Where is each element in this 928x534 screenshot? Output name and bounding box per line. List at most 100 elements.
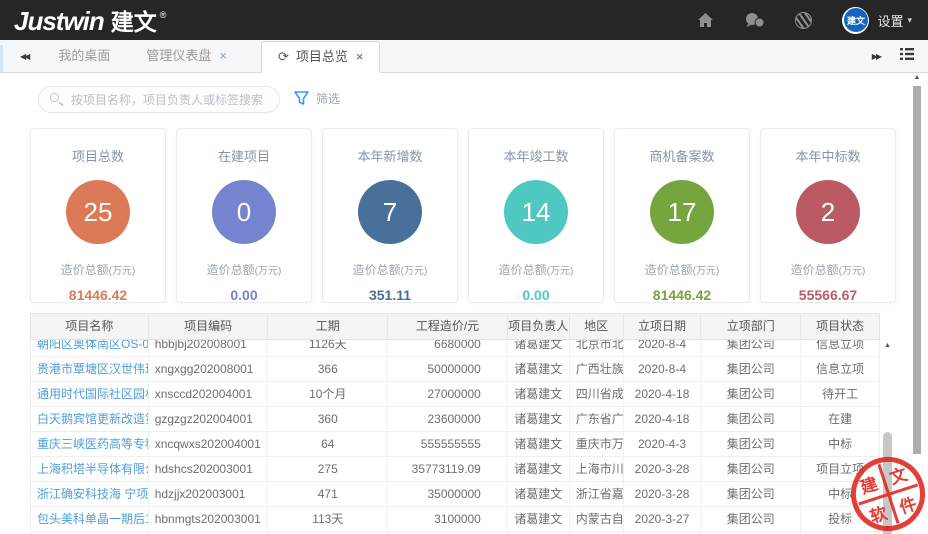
table-cell: 35773119.09	[388, 457, 508, 481]
project-name-link[interactable]: 朝阳区奥体南区OS-02地...	[31, 340, 149, 356]
table-cell: 集团公司	[701, 382, 801, 406]
column-header: 地区	[570, 314, 624, 339]
brand-name-cjk: 建文	[111, 3, 157, 37]
table-cell: 广东省广州	[570, 407, 624, 431]
card-cost-label: 造价总额(万元)	[323, 261, 457, 278]
page-scrollbar-thumb[interactable]	[913, 86, 921, 454]
search-input[interactable]	[38, 86, 280, 113]
table-cell: 四川省成都	[570, 382, 624, 406]
table-scrollbar-thumb[interactable]	[883, 432, 892, 534]
table-cell: 中标	[801, 432, 879, 456]
tab-my-desktop[interactable]: 我的桌面	[42, 40, 126, 72]
avatar-text: 建文	[844, 8, 868, 32]
table-cell: 诸葛建文	[508, 457, 570, 481]
search-box	[38, 86, 280, 113]
tab-bar: ◀◀ 我的桌面 管理仪表盘 × ⟳ 项目总览 × ▶▶	[0, 40, 928, 73]
card-title: 项目总数	[31, 146, 165, 165]
scroll-down-icon[interactable]: ▼	[880, 525, 895, 532]
card-count-circle: 25	[66, 180, 130, 244]
table-cell: hbnmgts202003001	[149, 507, 269, 531]
chat-icon[interactable]	[744, 12, 765, 29]
table-cell: gzgzgz202004001	[149, 407, 269, 431]
card-count-circle: 2	[796, 180, 860, 244]
tab-dashboard[interactable]: 管理仪表盘 ×	[130, 40, 243, 72]
card-cost-value: 0.00	[177, 287, 311, 303]
settings-button[interactable]: 设置 ▾	[877, 11, 912, 30]
table-cell: 广西壮族自...	[570, 357, 624, 381]
avatar[interactable]: 建文	[842, 7, 869, 34]
project-name-link[interactable]: 重庆三峡医药高等专科学...	[31, 432, 149, 456]
card-cost-label: 造价总额(万元)	[177, 261, 311, 278]
table-row: 朝阳区奥体南区OS-02地...hbbjbj2020080011126天6680…	[31, 340, 879, 357]
table-cell: 诸葛建文	[508, 507, 570, 531]
table-cell: 366	[268, 357, 388, 381]
table-cell: hbbjbj202008001	[149, 340, 269, 356]
project-name-link[interactable]: 包头美科单晶一期后120...	[31, 507, 149, 531]
card-title: 本年新增数	[323, 146, 457, 165]
table-cell: 诸葛建文	[508, 432, 570, 456]
card-cost-value: 81446.42	[615, 287, 749, 303]
column-header: 立项部门	[701, 314, 801, 339]
table-cell: 浙江省嘉兴	[570, 482, 624, 506]
table-scrollbar: ▲ ▼	[880, 340, 895, 534]
tab-project-overview[interactable]: ⟳ 项目总览 ×	[261, 41, 381, 73]
table-cell: 555555555	[388, 432, 508, 456]
column-header: 立项日期	[624, 314, 702, 339]
stat-card: 本年中标数2造价总额(万元)55566.67	[760, 128, 896, 303]
table-cell: 集团公司	[701, 482, 801, 506]
refresh-icon[interactable]: ⟳	[278, 41, 289, 73]
funnel-icon	[294, 91, 309, 106]
brand-logo: Justwin 建文 ®	[14, 3, 166, 37]
table-header: 项目名称项目编码工期工程造价/元项目负责人地区立项日期立项部门项目状态	[30, 313, 880, 340]
table-cell: 64	[268, 432, 388, 456]
close-icon[interactable]: ×	[219, 40, 227, 72]
card-count-circle: 17	[650, 180, 714, 244]
stat-card: 本年新增数7造价总额(万元)351.11	[322, 128, 458, 303]
table-cell: 23600000	[388, 407, 508, 431]
project-table: 项目名称项目编码工期工程造价/元项目负责人地区立项日期立项部门项目状态 朝阳区奥…	[30, 313, 895, 534]
table-cell: 诸葛建文	[508, 482, 570, 506]
theme-globe-icon[interactable]	[795, 12, 812, 29]
filter-button[interactable]: 筛选	[294, 90, 340, 107]
close-icon[interactable]: ×	[356, 41, 364, 73]
table-cell: 北京市北京	[570, 340, 624, 356]
table-cell: 待开工	[801, 382, 879, 406]
table-cell: hdzjjx202003001	[149, 482, 269, 506]
column-header: 项目名称	[31, 314, 149, 339]
table-cell: 诸葛建文	[508, 407, 570, 431]
collapse-tabs-icon[interactable]: ◀◀	[20, 52, 28, 61]
table-cell: 重庆市万县	[570, 432, 624, 456]
top-bar: Justwin 建文 ® 建文 设置 ▾	[0, 0, 928, 40]
home-icon[interactable]	[697, 12, 714, 28]
table-cell: 113天	[268, 507, 388, 531]
project-name-link[interactable]: 通用时代国际社区园林景...	[31, 382, 149, 406]
project-name-link[interactable]: 上海积塔半导体有限公司...	[31, 457, 149, 481]
card-cost-value: 351.11	[323, 287, 457, 303]
registered-mark: ®	[160, 10, 167, 20]
column-header: 项目负责人	[508, 314, 570, 339]
tabbar-right-actions: ▶▶	[872, 47, 914, 65]
expand-tabs-icon[interactable]: ▶▶	[872, 52, 880, 61]
tab-list-icon[interactable]	[900, 47, 914, 65]
scroll-up-icon[interactable]: ▲	[912, 74, 922, 81]
table-cell: 275	[268, 457, 388, 481]
table-row: 通用时代国际社区园林景...xnsccd20200400110个月2700000…	[31, 382, 879, 407]
project-name-link[interactable]: 浙江确安科技海 宁项目辅...	[31, 482, 149, 506]
column-header: 项目状态	[801, 314, 879, 339]
card-title: 在建项目	[177, 146, 311, 165]
table-cell: xngxgg202008001	[149, 357, 269, 381]
stat-cards: 项目总数25造价总额(万元)81446.42在建项目0造价总额(万元)0.00本…	[30, 128, 896, 303]
card-cost-label: 造价总额(万元)	[615, 261, 749, 278]
left-edge-strip	[0, 45, 3, 73]
table-row: 白天鹅宾馆更新改造第一...gzgzgz20200400136023600000…	[31, 407, 879, 432]
project-name-link[interactable]: 白天鹅宾馆更新改造第一...	[31, 407, 149, 431]
table-cell: 上海市川沙	[570, 457, 624, 481]
card-cost-value: 81446.42	[31, 287, 165, 303]
stat-card: 本年竣工数14造价总额(万元)0.00	[468, 128, 604, 303]
scroll-up-icon[interactable]: ▲	[880, 342, 895, 349]
card-cost-label: 造价总额(万元)	[31, 261, 165, 278]
project-name-link[interactable]: 贵港市覃塘区汉世伟现代...	[31, 357, 149, 381]
table-cell: 2020-4-18	[624, 407, 702, 431]
table-row: 贵港市覃塘区汉世伟现代...xngxgg20200800136650000000…	[31, 357, 879, 382]
card-title: 商机备案数	[615, 146, 749, 165]
